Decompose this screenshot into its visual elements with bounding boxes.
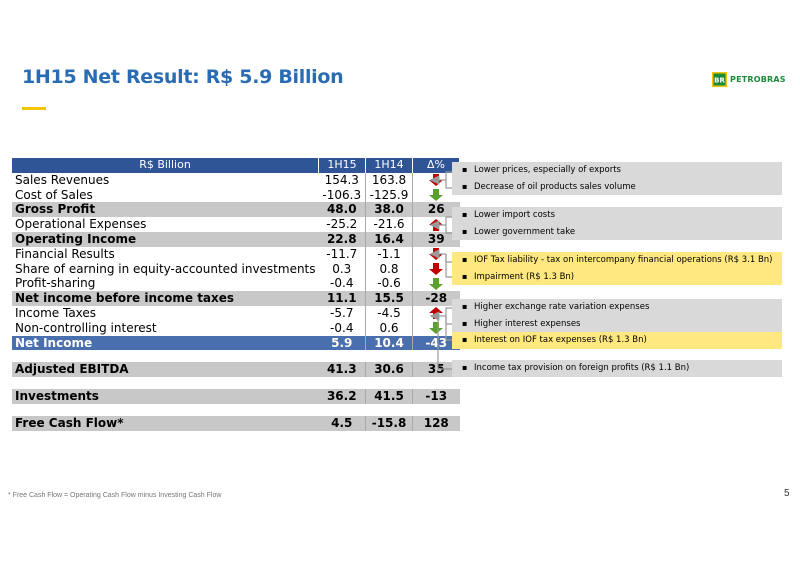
page-number: 5 <box>784 488 790 499</box>
connector-lines <box>429 171 452 370</box>
footnote: * Free Cash Flow = Operating Cash Flow m… <box>8 492 222 499</box>
